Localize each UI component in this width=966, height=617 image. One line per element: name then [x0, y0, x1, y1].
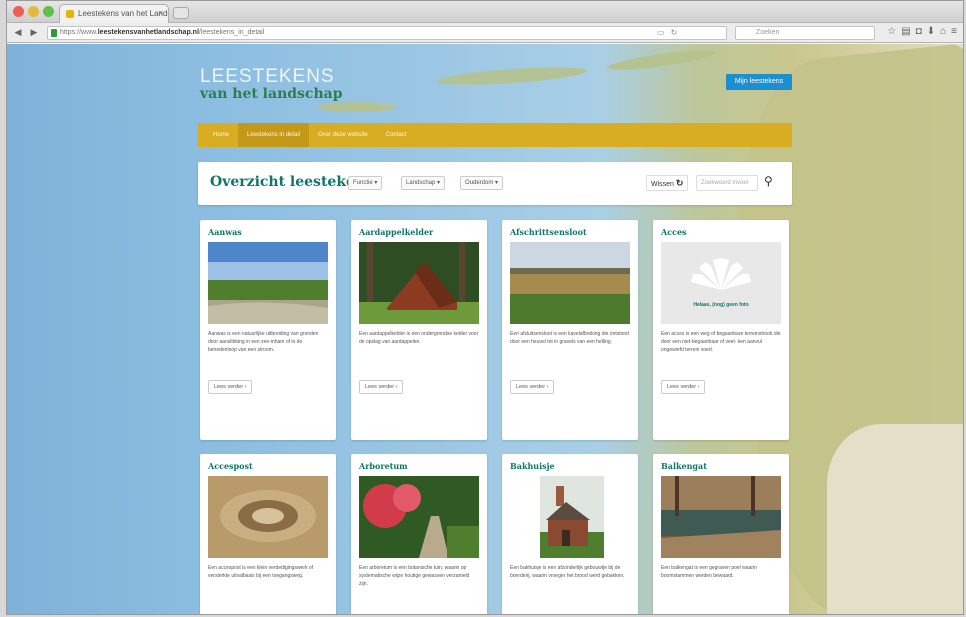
card-title[interactable]: Aanwas: [200, 220, 336, 240]
photo-accespost: [208, 476, 328, 558]
card-bakhuisje[interactable]: Bakhuisje Een bakhuisje is een afzonderl…: [502, 454, 638, 614]
card-afschrittsensloot[interactable]: Afschrittsensloot Een afsluitsensloot is…: [502, 220, 638, 440]
forward-arrow-icon[interactable]: ▶: [27, 26, 41, 39]
page-viewport: LEESTEKENS van het landschap Mijn leeste…: [7, 44, 963, 614]
reset-label: Wissen: [651, 181, 674, 188]
card-arboretum[interactable]: Arboretum Een arboretum is een botanisch…: [351, 454, 487, 614]
favicon-icon: [66, 10, 74, 18]
card-description: Een afsluitsensloot is een kavelafbrekin…: [510, 331, 629, 345]
reset-filters-button[interactable]: Wissen ↻: [646, 175, 689, 191]
map-land-upland: [827, 424, 963, 614]
card-photo[interactable]: [359, 242, 479, 324]
no-photo-text: Helaas, (nog) geen foto: [693, 302, 749, 308]
reload-icon[interactable]: ↻: [671, 28, 678, 37]
card-photo[interactable]: [359, 476, 479, 558]
card-photo[interactable]: [661, 476, 781, 558]
card-description: Een balkengat is een gegraven poel waari…: [661, 565, 757, 579]
filter-ouderdom-dropdown[interactable]: Ouderdom ▾: [460, 176, 504, 190]
read-more-button[interactable]: Lees verder ›: [359, 380, 404, 394]
bookmark-star-icon[interactable]: ☆: [887, 26, 896, 37]
card-description: Een aardappelkelder is een ondergrondse …: [359, 331, 479, 345]
pocket-icon[interactable]: ◘: [916, 26, 922, 37]
zoom-window-icon[interactable]: [43, 6, 54, 17]
close-window-icon[interactable]: [13, 6, 24, 17]
card-photo[interactable]: [510, 476, 630, 558]
no-photo-logo-icon: [691, 258, 751, 290]
my-leestekens-button[interactable]: Mijn leestekens: [726, 74, 792, 90]
tab-title: Leestekens van het Landsch...: [78, 9, 168, 18]
home-icon[interactable]: ⌂: [940, 26, 946, 37]
url-prefix: https://www.: [60, 29, 98, 36]
menu-icon[interactable]: ≡: [951, 26, 957, 37]
card-title[interactable]: Acces: [653, 220, 789, 240]
card-balkengat[interactable]: Balkengat Een balkengat is een gegraven …: [653, 454, 789, 614]
card-photo[interactable]: [510, 242, 630, 324]
reader-icon[interactable]: ▭: [657, 28, 665, 37]
download-icon[interactable]: ⬇: [927, 26, 935, 37]
browser-search-placeholder: Zoeken: [756, 29, 780, 36]
card-photo[interactable]: [208, 242, 328, 324]
photo-afschrittsensloot: [510, 242, 630, 324]
nav-item-over-deze-website[interactable]: Over deze website: [309, 123, 377, 147]
browser-tab[interactable]: Leestekens van het Landsch... ×: [59, 4, 169, 23]
read-more-button[interactable]: Lees verder ›: [510, 380, 555, 394]
filter-functie-dropdown[interactable]: Functie ▾: [348, 176, 383, 190]
card-description: Een acces is een weg of begaanbare terre…: [661, 331, 781, 353]
keyword-search-input[interactable]: Zoekwoord invoer: [696, 175, 758, 191]
card-description: Een accespost is een klein verdedigingsw…: [208, 565, 314, 579]
main-navigation: Home Leestekens in detail Over deze webs…: [198, 123, 792, 147]
refresh-icon: ↻: [675, 178, 684, 188]
read-more-button[interactable]: Lees verder ›: [208, 380, 253, 394]
url-actions: ▭ ↻: [657, 28, 677, 37]
browser-search-field[interactable]: Zoeken: [735, 26, 875, 40]
tab-bar: Leestekens van het Landsch... ×: [7, 1, 963, 23]
close-tab-icon[interactable]: ×: [158, 8, 163, 18]
site-logo-subtitle[interactable]: van het landschap: [200, 86, 343, 102]
card-aanwas[interactable]: Aanwas Aanwas is een natuurlijke uitbrei…: [200, 220, 336, 440]
nav-item-home[interactable]: Home: [204, 123, 238, 147]
search-icon[interactable]: ⚲: [764, 174, 773, 188]
new-tab-button[interactable]: [173, 7, 189, 19]
card-aardappelkelder[interactable]: Aardappelkelder Een aardappelkelder is e…: [351, 220, 487, 440]
nav-item-contact[interactable]: Contact: [377, 123, 416, 147]
url-path: /leestekens_in_detail: [198, 29, 265, 36]
url-field[interactable]: https://www.leestekensvanhetlandschap.nl…: [47, 26, 727, 40]
card-title[interactable]: Arboretum: [351, 454, 487, 474]
website-content: LEESTEKENS van het landschap Mijn leeste…: [192, 44, 792, 614]
card-description: Een arboretum is een botanische tuin, wa…: [359, 565, 470, 587]
card-description: Een bakhuisje is een afzonderlijk gebouw…: [510, 565, 625, 579]
lock-icon: [51, 29, 57, 37]
nav-item-leestekens-in-detail[interactable]: Leestekens in detail: [238, 123, 310, 147]
photo-bakhuisje: [540, 476, 604, 558]
card-photo[interactable]: [208, 476, 328, 558]
read-more-button[interactable]: Lees verder ›: [661, 380, 706, 394]
card-photo-placeholder[interactable]: Helaas, (nog) geen foto: [661, 242, 781, 324]
photo-arboretum: [359, 476, 479, 558]
card-title[interactable]: Balkengat: [653, 454, 789, 474]
browser-window: Leestekens van het Landsch... × ◀ ▶ http…: [6, 0, 964, 615]
photo-aardappelkelder: [359, 242, 479, 324]
card-accespost[interactable]: Accespost Een accespost is een klein ver…: [200, 454, 336, 614]
card-title[interactable]: Accespost: [200, 454, 336, 474]
card-title[interactable]: Aardappelkelder: [351, 220, 487, 240]
filter-landschap-dropdown[interactable]: Landschap ▾: [401, 176, 446, 190]
url-domain: leestekensvanhetlandschap.nl: [97, 29, 199, 36]
browser-toolbar-icons: ☆ ▤ ◘ ⬇ ⌂ ≡: [887, 26, 957, 37]
minimize-window-icon[interactable]: [28, 6, 39, 17]
overview-header-panel: Overzicht leestekens Functie ▾ Landschap…: [198, 162, 792, 205]
window-controls: [13, 6, 54, 17]
photo-balkengat: [661, 476, 781, 558]
back-arrow-icon[interactable]: ◀: [11, 26, 25, 39]
card-title[interactable]: Bakhuisje: [502, 454, 638, 474]
site-logo-title[interactable]: LEESTEKENS: [200, 66, 335, 88]
address-bar-row: ◀ ▶ https://www.leestekensvanhetlandscha…: [7, 23, 963, 43]
card-title[interactable]: Afschrittsensloot: [502, 220, 638, 240]
photo-aanwas: [208, 242, 328, 324]
bookmarks-icon[interactable]: ▤: [901, 26, 910, 37]
card-description: Aanwas is een natuurlijke uitbreiding va…: [208, 331, 319, 353]
card-acces[interactable]: Acces Helaas, (nog) geen foto Een acces …: [653, 220, 789, 440]
